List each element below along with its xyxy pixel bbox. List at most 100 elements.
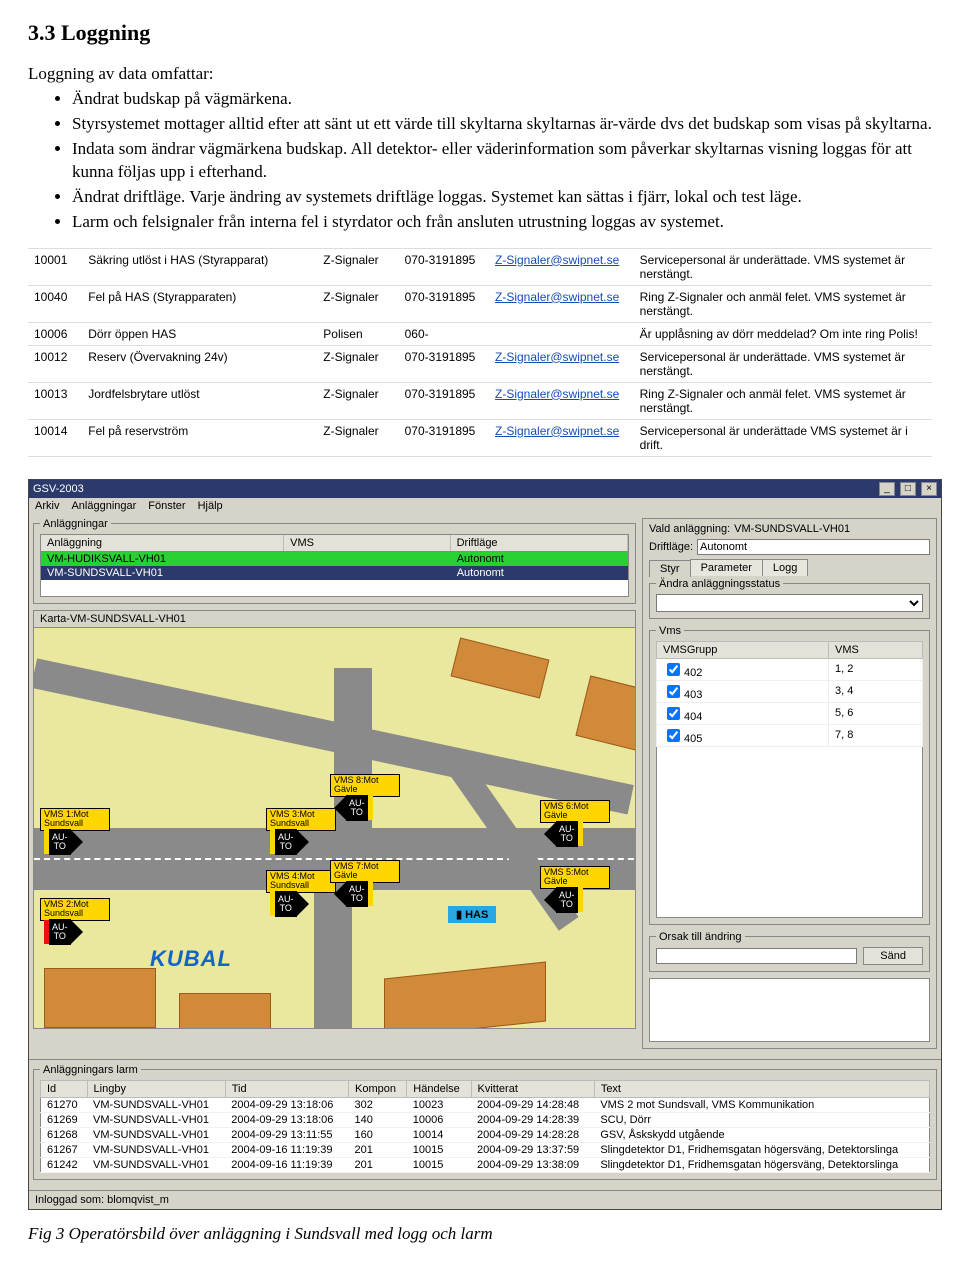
email-link[interactable]: Z-Signaler@swipnet.se	[495, 387, 619, 401]
alarm-log-row[interactable]: 61268VM-SUNDSVALL-VH012004-09-29 13:11:5…	[41, 1127, 930, 1142]
column-header[interactable]: Anläggning	[41, 535, 284, 551]
column-header[interactable]: Tid	[225, 1080, 348, 1097]
selected-label: Vald anläggning:	[649, 523, 730, 535]
alarm-row: 10014Fel på reservströmZ-Signaler070-319…	[28, 419, 932, 456]
vms-sign[interactable]: AU- TO	[544, 888, 583, 912]
email-link[interactable]: Z-Signaler@swipnet.se	[495, 424, 619, 438]
email-link[interactable]: Z-Signaler@swipnet.se	[495, 253, 619, 267]
send-button[interactable]: Sänd	[863, 947, 923, 965]
building	[384, 961, 546, 1028]
minimize-button[interactable]: _	[879, 482, 895, 496]
change-status-group: Ändra anläggningsstatus	[649, 578, 930, 619]
menu-item[interactable]: Arkiv	[35, 500, 59, 512]
email-link[interactable]: Z-Signaler@swipnet.se	[495, 350, 619, 364]
building	[44, 968, 156, 1028]
bullet-list: Ändrat budskap på vägmärkena.Styrsysteme…	[28, 88, 932, 234]
selected-value: VM-SUNDSVALL-VH01	[734, 523, 850, 535]
column-header[interactable]: Text	[594, 1080, 929, 1097]
building	[179, 993, 271, 1028]
alarm-log-row[interactable]: 61242VM-SUNDSVALL-VH012004-09-16 11:19:3…	[41, 1157, 930, 1172]
title-bar: GSV-2003 _ □ ×	[29, 480, 941, 498]
change-status-legend: Ändra anläggningsstatus	[656, 578, 783, 590]
column-header[interactable]: VMS	[829, 641, 923, 658]
alarm-row: 10013Jordfelsbrytare utlöstZ-Signaler070…	[28, 382, 932, 419]
email-link[interactable]: Z-Signaler@swipnet.se	[495, 290, 619, 304]
column-header[interactable]: Id	[41, 1080, 88, 1097]
kubal-label: KUBAL	[150, 946, 232, 972]
vms-sign[interactable]: AU- TO	[270, 892, 309, 916]
menu-item[interactable]: Fönster	[148, 500, 185, 512]
mode-label: Driftläge:	[649, 541, 693, 553]
column-header[interactable]: Kompon	[349, 1080, 407, 1097]
column-header[interactable]: Lingby	[87, 1080, 225, 1097]
maximize-button[interactable]: □	[900, 482, 916, 496]
vms-checkbox[interactable]	[667, 707, 680, 720]
alarms-panel: Anläggningars larm IdLingbyTidKomponHänd…	[33, 1064, 937, 1180]
menu-item[interactable]: Hjälp	[198, 500, 223, 512]
vms-sign[interactable]: AU- TO	[334, 796, 373, 820]
window-title: GSV-2003	[33, 483, 84, 495]
figure-caption: Fig 3 Operatörsbild över anläggning i Su…	[28, 1224, 932, 1244]
alarm-log-row[interactable]: 61267VM-SUNDSVALL-VH012004-09-16 11:19:3…	[41, 1142, 930, 1157]
vms-label: VMS 4:Mot Sundsvall	[266, 870, 336, 893]
vms-sign[interactable]: AU- TO	[334, 882, 373, 906]
log-output	[649, 978, 930, 1042]
vms-label: VMS 3:Mot Sundsvall	[266, 808, 336, 831]
status-bar: Inloggad som: blomqvist_m	[29, 1190, 941, 1209]
close-button[interactable]: ×	[921, 482, 937, 496]
map-title: Karta-VM-SUNDSVALL-VH01	[34, 611, 635, 628]
vms-sign[interactable]: AU- TO	[44, 920, 83, 944]
facilities-rows[interactable]: VM-HUDIKSVALL-VH01AutonomtVM-SUNDSVALL-V…	[40, 552, 629, 597]
vms-row[interactable]: 4033, 4	[657, 680, 923, 702]
tab[interactable]: Parameter	[690, 559, 763, 576]
bullet-item: Styrsystemet mottager alltid efter att s…	[72, 113, 932, 136]
alarm-log-row[interactable]: 61270VM-SUNDSVALL-VH012004-09-29 13:18:0…	[41, 1097, 930, 1112]
vms-table[interactable]: VMSGruppVMS4021, 24033, 44045, 64057, 8	[656, 641, 923, 747]
vms-label: VMS 2:Mot Sundsvall	[40, 898, 110, 921]
alarm-row: 10012Reserv (Övervakning 24v)Z-Signaler0…	[28, 345, 932, 382]
vms-sign[interactable]: AU- TO	[270, 830, 309, 854]
reason-group: Orsak till ändring Sänd	[649, 931, 930, 972]
menu-item[interactable]: Anläggningar	[71, 500, 136, 512]
bullet-item: Indata som ändrar vägmärkena budskap. Al…	[72, 138, 932, 184]
vms-row[interactable]: 4045, 6	[657, 702, 923, 724]
vms-group: Vms VMSGruppVMS4021, 24033, 44045, 64057…	[649, 625, 930, 925]
tab[interactable]: Logg	[762, 559, 808, 576]
menu-bar: Arkiv Anläggningar Fönster Hjälp	[29, 498, 941, 514]
column-header[interactable]: Kvitterat	[471, 1080, 594, 1097]
bullet-item: Ändrat driftläge. Varje ändring av syste…	[72, 186, 932, 209]
has-label: ▮ HAS	[448, 906, 496, 923]
vms-label: VMS 5:Mot Gävle	[540, 866, 610, 889]
vms-sign[interactable]: AU- TO	[44, 830, 83, 854]
map-panel: Karta-VM-SUNDSVALL-VH01 KUBAL	[33, 610, 636, 1029]
vms-sign[interactable]: AU- TO	[544, 822, 583, 846]
mode-field[interactable]	[697, 539, 930, 555]
window-controls: _ □ ×	[877, 482, 937, 496]
vms-legend: Vms	[656, 625, 684, 637]
column-header[interactable]: Driftläge	[451, 535, 628, 551]
vms-label: VMS 1:Mot Sundsvall	[40, 808, 110, 831]
alarm-definitions-table: 10001Säkring utlöst i HAS (Styrapparat)Z…	[28, 248, 932, 457]
alarms-table[interactable]: IdLingbyTidKomponHändelseKvitteratText61…	[40, 1080, 930, 1173]
vms-checkbox[interactable]	[667, 663, 680, 676]
alarms-legend: Anläggningars larm	[40, 1064, 141, 1076]
alarm-row: 10040Fel på HAS (Styrapparaten)Z-Signale…	[28, 285, 932, 322]
map-canvas[interactable]: KUBAL ▮ HAS VMS 1:Mot SundsvallAU- TOVMS…	[34, 628, 635, 1028]
vms-checkbox[interactable]	[667, 729, 680, 742]
column-header[interactable]: Händelse	[407, 1080, 471, 1097]
column-header[interactable]: VMSGrupp	[657, 641, 829, 658]
column-header[interactable]: VMS	[284, 535, 450, 551]
control-tabs: StyrParameterLogg	[649, 559, 930, 576]
alarm-row: 10001Säkring utlöst i HAS (Styrapparat)Z…	[28, 248, 932, 285]
change-status-select[interactable]	[656, 594, 923, 612]
vms-row[interactable]: 4057, 8	[657, 724, 923, 746]
reason-input[interactable]	[656, 948, 857, 964]
vms-row[interactable]: 4021, 2	[657, 658, 923, 680]
building	[575, 675, 635, 750]
intro-text: Loggning av data omfattar:	[28, 64, 932, 84]
vms-checkbox[interactable]	[667, 685, 680, 698]
facility-row[interactable]: VM-HUDIKSVALL-VH01Autonomt	[41, 552, 628, 566]
tab[interactable]: Styr	[649, 560, 691, 577]
facility-row[interactable]: VM-SUNDSVALL-VH01Autonomt	[41, 566, 628, 580]
alarm-log-row[interactable]: 61269VM-SUNDSVALL-VH012004-09-29 13:18:0…	[41, 1112, 930, 1127]
